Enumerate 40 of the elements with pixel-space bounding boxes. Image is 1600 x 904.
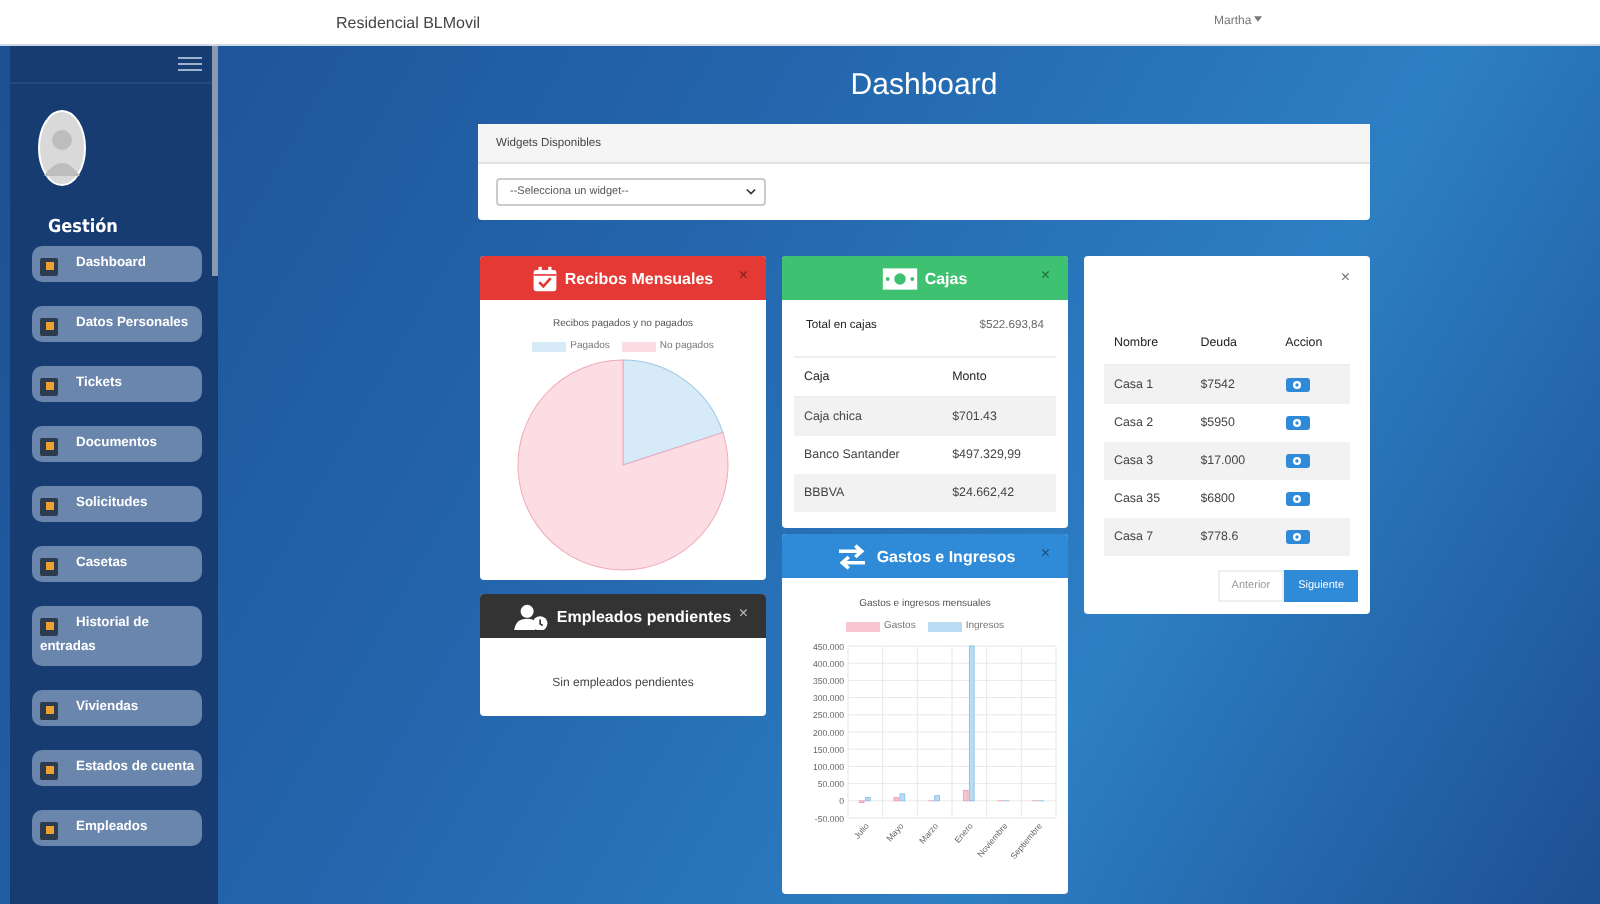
circle-icon: [1292, 418, 1303, 428]
close-button[interactable]: ×: [738, 266, 748, 286]
square-icon: [40, 701, 58, 719]
section-title: Gestión: [48, 218, 120, 238]
square-icon: [40, 317, 58, 335]
card-header: Empleados pendientes ×: [480, 594, 766, 638]
brand-title[interactable]: Residencial BLMovil: [336, 13, 481, 31]
card-header: Recibos Mensuales ×: [480, 256, 766, 300]
calendar-check-icon: [532, 265, 559, 291]
view-button[interactable]: [1285, 492, 1310, 506]
circle-icon: [1292, 494, 1303, 504]
circle-icon: [1292, 456, 1303, 466]
view-button[interactable]: [1285, 378, 1310, 392]
close-button[interactable]: ×: [738, 604, 748, 624]
card-header: Cajas ×: [782, 256, 1068, 300]
square-icon: [40, 617, 58, 635]
close-button[interactable]: ×: [1340, 268, 1350, 288]
view-button[interactable]: [1285, 530, 1310, 544]
banknote-icon: [882, 265, 919, 291]
view-button[interactable]: [1285, 454, 1310, 468]
swap-arrows-icon: [834, 543, 871, 569]
card-header: Gastos e Ingresos ×: [782, 534, 1068, 578]
chevron-down-icon: [746, 188, 756, 196]
user-clock-icon: [514, 603, 551, 629]
caret-icon: [1254, 16, 1263, 22]
menu-icon[interactable]: [178, 56, 202, 72]
square-icon: [40, 497, 58, 515]
square-icon: [40, 821, 58, 839]
square-icon: [40, 257, 58, 275]
square-icon: [40, 437, 58, 455]
square-icon: [40, 557, 58, 575]
close-button[interactable]: ×: [1040, 266, 1050, 286]
page-title: Dashboard: [848, 66, 1000, 106]
avatar-silhouette: [38, 110, 86, 186]
circle-icon: [1292, 380, 1303, 390]
circle-icon: [1292, 532, 1303, 542]
close-button[interactable]: ×: [1040, 544, 1050, 564]
square-icon: [40, 377, 58, 395]
square-icon: [40, 761, 58, 779]
view-button[interactable]: [1285, 416, 1310, 430]
